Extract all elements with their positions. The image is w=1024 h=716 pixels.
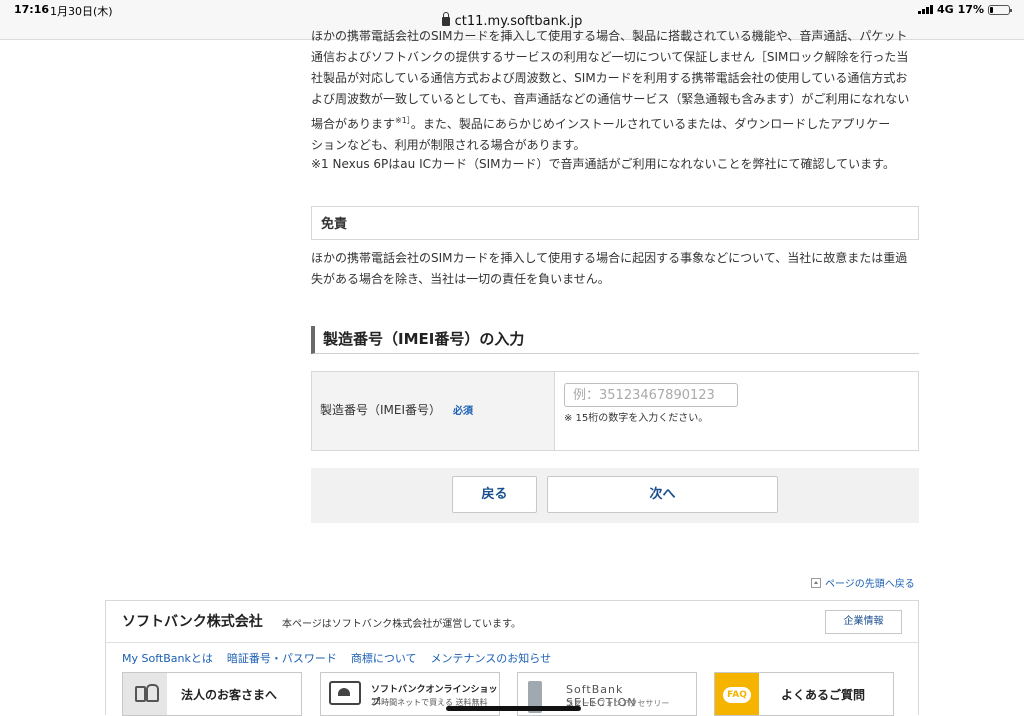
banner-faq-label: よくあるご質問 bbox=[781, 688, 866, 702]
footer-link-maintenance[interactable]: メンテナンスのお知らせ bbox=[431, 650, 552, 666]
business-people-icon bbox=[123, 673, 167, 715]
banner-business[interactable]: 法人のお客さまへ bbox=[122, 672, 302, 716]
disclaimer-line: 失がある場合を除き、当社は一切の責任を負いません。 bbox=[311, 272, 610, 286]
sim-notice-line-part: 場合があります bbox=[311, 117, 396, 131]
back-button[interactable]: 戻る bbox=[452, 476, 537, 513]
sim-notice-paragraph: ほかの携帯電話会社のSIMカードを挿入して使用する場合、製品に搭載されている機能… bbox=[311, 29, 919, 156]
battery-fill bbox=[990, 6, 993, 13]
battery-icon bbox=[988, 4, 1012, 15]
disclaimer-text: ほかの携帯電話会社のSIMカードを挿入して使用する場合に起因する事象などについて… bbox=[311, 248, 919, 290]
footer-divider bbox=[106, 642, 918, 643]
banner-selection-sub: スマートフォンアクセサリー bbox=[566, 699, 670, 708]
sim-notice-line: 場合があります※1］。また、製品にあらかじめインストールされているまたは、ダウン… bbox=[311, 110, 919, 135]
corp-info-button[interactable]: 企業情報 bbox=[825, 610, 902, 634]
page-top-label: ページの先頭へ戻る bbox=[825, 579, 915, 590]
sim-notice-line: ほかの携帯電話会社のSIMカードを挿入して使用する場合、製品に搭載されている機能… bbox=[311, 29, 908, 43]
footer-links: My SoftBankとは 暗証番号・パスワード 商標について メンテナンスのお… bbox=[122, 650, 551, 666]
button-area: 戻る 次へ bbox=[311, 468, 919, 523]
faq-icon: FAQ bbox=[715, 673, 759, 715]
page-top-link[interactable]: ページの先頭へ戻る bbox=[811, 575, 915, 590]
imei-section-title: 製造番号（IMEI番号）の入力 bbox=[311, 326, 919, 354]
footnote-ref: ※1］ bbox=[395, 116, 411, 125]
home-indicator bbox=[446, 706, 581, 711]
faq-icon-label: FAQ bbox=[723, 687, 751, 703]
sim-notice-line: ションなども、利用が制限される場合があります。 bbox=[311, 138, 586, 152]
required-badge: 必須 bbox=[453, 406, 473, 417]
lock-icon bbox=[441, 12, 450, 26]
imei-input[interactable] bbox=[564, 383, 738, 407]
footer-description: 本ページはソフトバンク株式会社が運営しています。 bbox=[282, 619, 521, 630]
footer: ソフトバンク株式会社 本ページはソフトバンク株式会社が運営しています。 企業情報… bbox=[105, 600, 919, 716]
imei-label: 製造番号（IMEI番号） bbox=[320, 403, 442, 417]
footnote-1: ※1 Nexus 6Pはau ICカード（SIMカード）で音声通話がご利用になれ… bbox=[311, 157, 895, 171]
imei-label-cell: 製造番号（IMEI番号） 必須 bbox=[312, 372, 555, 450]
imei-note: ※ 15桁の数字を入力ください。 bbox=[564, 413, 709, 424]
footer-link-about[interactable]: My SoftBankとは bbox=[122, 650, 213, 666]
banner-business-label: 法人のお客さまへ bbox=[181, 688, 278, 702]
sim-notice-line: よび周波数が一致しているとしても、音声通話などの通信サービス（緊急通報も含みます… bbox=[311, 92, 910, 106]
sim-notice-line: 社製品が対応している通信方式および周波数と、SIMカードを利用する携帯電話会社の… bbox=[311, 71, 908, 85]
sim-notice-line-part: 。また、製品にあらかじめインストールされているまたは、ダウンロードしたアプリケー bbox=[410, 117, 891, 131]
footer-company: ソフトバンク株式会社 bbox=[122, 614, 263, 630]
sim-notice-line: 通信およびソフトバンクの提供するサービスの利用など一切について保証しません［SI… bbox=[311, 50, 909, 64]
footer-link-trademark[interactable]: 商標について bbox=[351, 650, 417, 666]
next-button[interactable]: 次へ bbox=[547, 476, 778, 513]
banner-faq[interactable]: FAQ よくあるご質問 bbox=[714, 672, 894, 716]
imei-form-table: 製造番号（IMEI番号） 必須 ※ 15桁の数字を入力ください。 bbox=[311, 371, 919, 451]
disclaimer-heading: 免責 bbox=[311, 206, 919, 240]
footer-link-password[interactable]: 暗証番号・パスワード bbox=[227, 650, 337, 666]
shop-cart-icon bbox=[329, 681, 361, 705]
arrow-up-icon bbox=[811, 578, 821, 588]
signal-icon bbox=[917, 5, 933, 14]
disclaimer-line: ほかの携帯電話会社のSIMカードを挿入して使用する場合に起因する事象などについて… bbox=[311, 251, 908, 265]
